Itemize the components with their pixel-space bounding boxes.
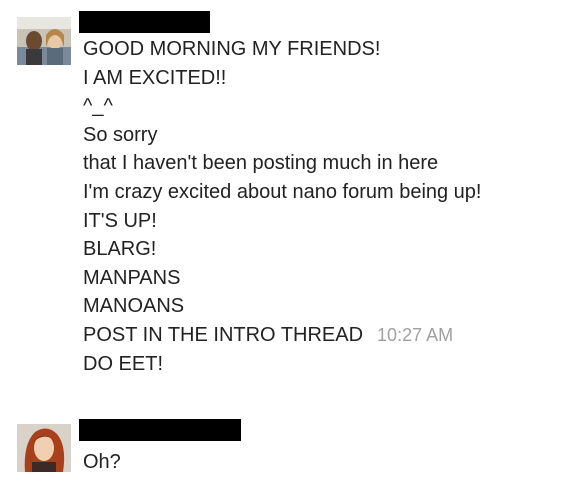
message-line: BLARG!: [83, 238, 157, 261]
message-line: I AM EXCITED!!: [83, 66, 227, 89]
sender-avatar[interactable]: [17, 17, 71, 65]
sender-avatar[interactable]: [17, 424, 71, 472]
message-line: DO EET!: [83, 352, 164, 375]
message-line: MANOANS: [83, 295, 185, 318]
message-line: I'm crazy excited about nano forum being…: [83, 180, 482, 203]
user-photo-icon: [17, 17, 71, 65]
sender-name-redacted[interactable]: [79, 419, 241, 441]
message-line: MANPANS: [83, 266, 181, 289]
sender-name-redacted[interactable]: [79, 11, 210, 33]
message-lines: Oh?: [83, 448, 121, 477]
message-line: GOOD MORNING MY FRIENDS!: [83, 38, 381, 60]
message-line-with-timestamp: POST IN THE INTRO THREAD 10:27 AM: [83, 323, 454, 346]
message-line: IT'S UP!: [83, 209, 157, 232]
user-photo-icon: [17, 424, 71, 472]
message-line: So sorry: [83, 123, 158, 146]
message-line: Oh?: [83, 451, 121, 473]
message-line: ^_^: [83, 95, 113, 118]
message-line: that I haven't been posting much in here: [83, 152, 439, 175]
message-lines: GOOD MORNING MY FRIENDS! I AM EXCITED!! …: [83, 35, 482, 378]
message-timestamp: 10:27 AM: [377, 324, 454, 345]
